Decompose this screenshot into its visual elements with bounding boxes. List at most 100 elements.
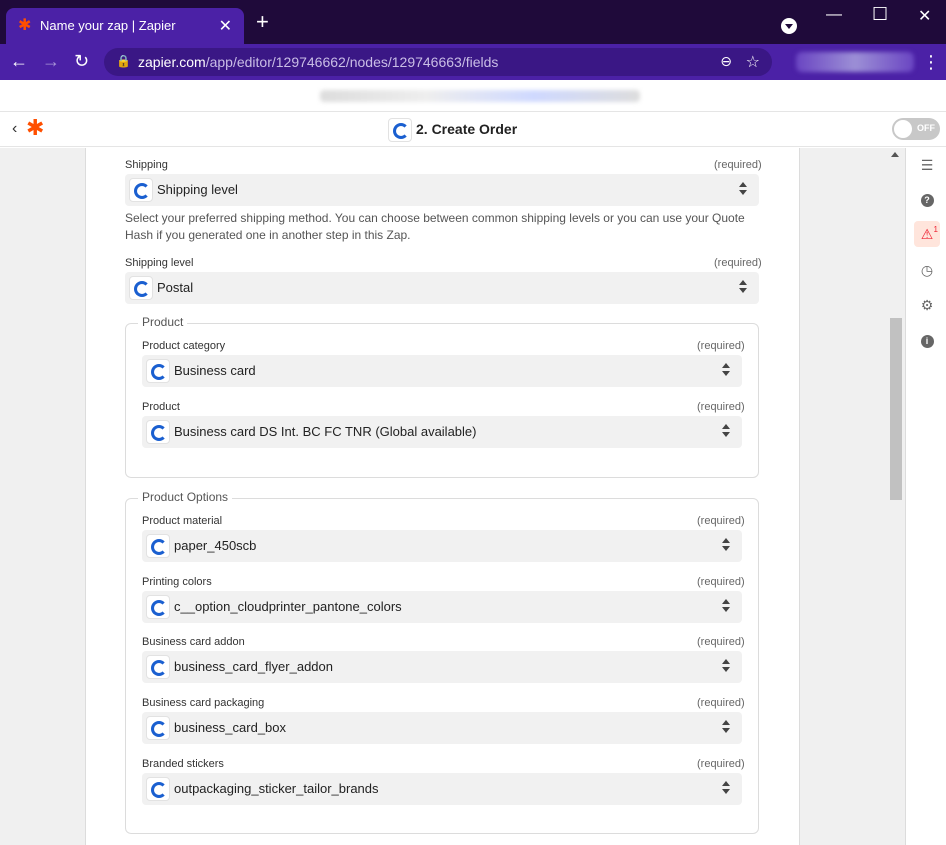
branded-stickers-label: Branded stickers — [142, 758, 224, 770]
alert-icon[interactable]: ⚠ 1 — [914, 221, 940, 247]
close-tab-icon[interactable]: ✕ — [219, 16, 232, 36]
step-title: 2. Create Order — [416, 121, 518, 137]
zoom-icon[interactable]: ⊖ — [720, 53, 732, 70]
minimize-icon[interactable]: — — [826, 6, 842, 24]
back-icon[interactable]: ← — [10, 52, 28, 70]
product-category-required: (required) — [697, 340, 745, 352]
business-card-packaging-required: (required) — [697, 697, 745, 709]
printing-colors-select[interactable]: c__option_cloudprinter_pantone_colors — [142, 591, 742, 623]
select-arrows-icon — [739, 280, 747, 294]
product-required: (required) — [697, 401, 745, 413]
product-value: Business card DS Int. BC FC TNR (Global … — [174, 424, 477, 439]
url-host: zapier.com — [138, 54, 206, 70]
product-material-value: paper_450scb — [174, 538, 257, 553]
cloudprinter-app-icon — [146, 716, 170, 740]
printing-colors-required: (required) — [697, 576, 745, 588]
business-card-packaging-select[interactable]: business_card_box — [142, 712, 742, 744]
url-text: zapier.com/app/editor/129746662/nodes/12… — [138, 54, 498, 70]
shipping-select[interactable]: Shipping level — [125, 174, 759, 206]
question-glyph: ? — [920, 193, 934, 207]
cloudprinter-app-icon — [146, 595, 170, 619]
shipping-level-required: (required) — [714, 257, 762, 269]
details-icon[interactable]: ☰ — [914, 152, 940, 178]
product-select[interactable]: Business card DS Int. BC FC TNR (Global … — [142, 416, 742, 448]
business-card-addon-label: Business card addon — [142, 636, 245, 648]
tab-search-icon[interactable] — [781, 18, 797, 34]
cloudprinter-app-icon — [146, 420, 170, 444]
scrollbar-thumb[interactable] — [890, 318, 902, 500]
business-card-addon-required: (required) — [697, 636, 745, 648]
info-icon[interactable]: i — [914, 327, 940, 353]
shipping-level-label: Shipping level — [125, 257, 194, 269]
select-arrows-icon — [722, 538, 730, 552]
shipping-level-value: Postal — [157, 280, 194, 295]
product-category-select[interactable]: Business card — [142, 355, 742, 387]
editor-content: Shipping (required) Shipping level Selec… — [0, 148, 905, 845]
shipping-help-text: Select your preferred shipping method. Y… — [125, 211, 745, 242]
extensions-area[interactable] — [796, 52, 914, 72]
banner-text — [320, 90, 640, 102]
product-category-label: Product category — [142, 340, 226, 352]
printing-colors-label: Printing colors — [142, 576, 212, 588]
branded-stickers-select[interactable]: outpackaging_sticker_tailor_brands — [142, 773, 742, 805]
select-arrows-icon — [722, 363, 730, 377]
content-scrollbar[interactable] — [885, 148, 905, 845]
select-arrows-icon — [722, 781, 730, 795]
product-material-label: Product material — [142, 515, 223, 527]
product-options-legend: Product Options — [138, 490, 233, 504]
alert-count: 1 — [933, 225, 938, 234]
notice-banner — [0, 80, 946, 112]
forward-icon[interactable]: → — [42, 52, 60, 70]
browser-tab-bar: ✱ Name your zap | Zapier ✕ + — ☐ ✕ — [0, 0, 946, 44]
cloudprinter-app-icon — [146, 534, 170, 558]
cloudprinter-app-icon — [146, 655, 170, 679]
zapier-favicon-icon: ✱ — [18, 17, 32, 34]
scroll-up-arrow-icon[interactable] — [891, 152, 899, 157]
tab-title: Name your zap | Zapier — [40, 18, 176, 33]
shipping-level-select[interactable]: Postal — [125, 272, 759, 304]
address-toolbar: ← → ↻ 🔒 zapier.com/app/editor/129746662/… — [0, 44, 946, 80]
toggle-label: OFF — [917, 123, 935, 133]
reload-icon[interactable]: ↻ — [74, 52, 89, 70]
business-card-packaging-value: business_card_box — [174, 720, 287, 735]
shipping-value: Shipping level — [157, 182, 238, 197]
product-group-legend: Product — [138, 315, 188, 329]
url-path: /app/editor/129746662/nodes/129746663/fi… — [205, 54, 499, 70]
cloudprinter-app-icon — [129, 178, 153, 202]
lock-icon: 🔒 — [116, 54, 131, 68]
shipping-label: Shipping — [125, 159, 168, 171]
select-arrows-icon — [722, 720, 730, 734]
business-card-packaging-label: Business card packaging — [142, 697, 265, 709]
bookmark-star-icon[interactable]: ☆ — [746, 52, 760, 72]
cloudprinter-app-icon — [146, 359, 170, 383]
info-glyph: i — [920, 334, 934, 348]
cloudprinter-app-icon — [388, 118, 412, 142]
business-card-addon-value: business_card_flyer_addon — [174, 659, 333, 674]
editor-header: ‹ ✱ 2. Create Order OFF — [0, 112, 946, 147]
cloudprinter-app-icon — [146, 777, 170, 801]
business-card-addon-select[interactable]: business_card_flyer_addon — [142, 651, 742, 683]
zap-on-off-toggle[interactable]: OFF — [892, 118, 940, 140]
back-chevron-icon[interactable]: ‹ — [12, 120, 17, 138]
browser-tab[interactable]: ✱ Name your zap | Zapier ✕ — [6, 8, 244, 44]
new-tab-icon[interactable]: + — [256, 11, 269, 33]
help-icon[interactable]: ? — [914, 186, 940, 212]
history-icon[interactable]: ◷ — [914, 257, 940, 283]
select-arrows-icon — [722, 599, 730, 613]
branded-stickers-value: outpackaging_sticker_tailor_brands — [174, 781, 379, 796]
maximize-icon[interactable]: ☐ — [872, 4, 888, 25]
select-arrows-icon — [722, 424, 730, 438]
right-sidebar: ☰ ? ⚠ 1 ◷ ⚙ i — [905, 148, 946, 845]
select-arrows-icon — [739, 182, 747, 196]
zapier-logo-icon[interactable]: ✱ — [26, 117, 44, 139]
close-window-icon[interactable]: ✕ — [918, 6, 931, 26]
select-arrows-icon — [722, 659, 730, 673]
shipping-required: (required) — [714, 159, 762, 171]
url-bar[interactable]: 🔒 zapier.com/app/editor/129746662/nodes/… — [104, 48, 772, 76]
settings-icon[interactable]: ⚙ — [914, 292, 940, 318]
product-label: Product — [142, 401, 180, 413]
cloudprinter-app-icon — [129, 276, 153, 300]
branded-stickers-required: (required) — [697, 758, 745, 770]
browser-menu-icon[interactable]: ⋮ — [922, 52, 940, 73]
product-material-select[interactable]: paper_450scb — [142, 530, 742, 562]
